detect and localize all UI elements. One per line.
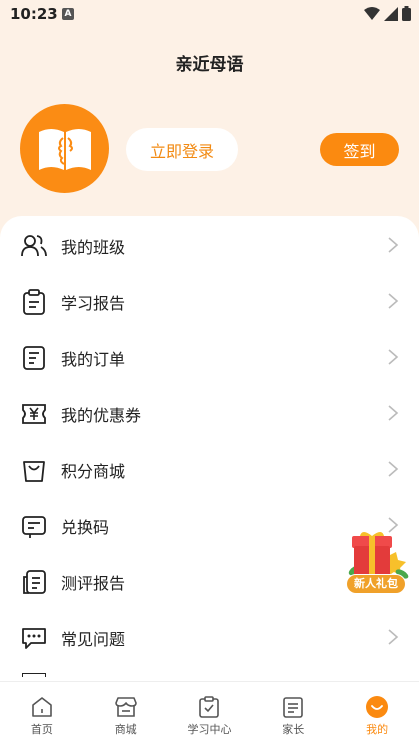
menu-item-label: 兑换码 <box>61 518 110 537</box>
chevron-right-icon <box>388 461 399 477</box>
tab-parent[interactable]: 家长 <box>251 682 335 746</box>
chevron-right-icon <box>388 293 399 309</box>
store-icon <box>114 697 137 717</box>
bottom-tab-bar: 首页 商城 学习中心 家长 我的 <box>0 681 419 746</box>
bag-icon <box>23 461 45 482</box>
tab-me[interactable]: 我的 <box>335 682 419 746</box>
class-icon <box>21 235 47 257</box>
system-icons <box>364 6 411 21</box>
me-icon <box>366 696 389 718</box>
tab-label: 我的 <box>366 723 389 736</box>
tab-label: 商城 <box>114 723 137 736</box>
sign-in-button[interactable]: 签到 <box>320 133 399 166</box>
status-bar: 10:23 A <box>0 0 419 30</box>
wifi-icon <box>364 6 380 20</box>
code-icon <box>22 516 46 538</box>
tab-label: 家长 <box>282 723 305 736</box>
gift-label: 新人礼包 <box>346 574 406 594</box>
menu-item-label: 我的班级 <box>61 238 126 257</box>
status-time: 10:23 <box>10 5 58 23</box>
tab-label: 学习中心 <box>187 723 232 736</box>
menu-item-label: 我的订单 <box>61 350 126 369</box>
notification-icon: A <box>62 8 74 20</box>
menu-item-faq[interactable]: 常见问题 <box>0 609 419 665</box>
tab-store[interactable]: 商城 <box>84 682 168 746</box>
parent-icon <box>283 697 304 718</box>
faq-icon <box>22 628 46 649</box>
menu-card: 我的班级 学习报告 我的订单 我的优惠券 积分商城 兑换码 测评报告 常见问题 <box>0 216 419 686</box>
tab-home[interactable]: 首页 <box>0 682 84 746</box>
study-icon <box>199 696 220 718</box>
signal-icon <box>384 6 398 21</box>
avatar[interactable] <box>20 104 109 193</box>
clipboard-icon <box>23 289 45 315</box>
page-title: 亲近母语 <box>175 55 244 75</box>
chevron-right-icon <box>388 237 399 253</box>
menu-item-label: 学习报告 <box>61 294 126 313</box>
menu-item-label: 积分商城 <box>61 462 126 481</box>
coupon-icon <box>22 404 46 424</box>
book-icon <box>38 128 91 170</box>
report-icon <box>23 570 46 594</box>
order-icon <box>23 346 45 370</box>
new-user-gift-button[interactable]: 新人礼包 <box>344 530 410 598</box>
chevron-right-icon <box>388 349 399 365</box>
tab-label: 首页 <box>30 723 53 736</box>
menu-item-label: 常见问题 <box>61 630 126 649</box>
tab-study-center[interactable]: 学习中心 <box>168 682 252 746</box>
home-icon <box>32 697 52 717</box>
menu-item-study-report[interactable]: 学习报告 <box>0 273 419 329</box>
menu-item-points-store[interactable]: 积分商城 <box>0 441 419 497</box>
menu-item-my-orders[interactable]: 我的订单 <box>0 329 419 385</box>
menu-item-label: 测评报告 <box>61 574 126 593</box>
menu-item-label: 我的优惠券 <box>61 406 142 425</box>
login-button[interactable]: 立即登录 <box>126 128 238 171</box>
chevron-right-icon <box>388 405 399 421</box>
battery-icon <box>402 6 411 21</box>
chevron-right-icon <box>388 629 399 645</box>
menu-item-my-coupons[interactable]: 我的优惠券 <box>0 385 419 441</box>
menu-item-my-class[interactable]: 我的班级 <box>0 217 419 273</box>
